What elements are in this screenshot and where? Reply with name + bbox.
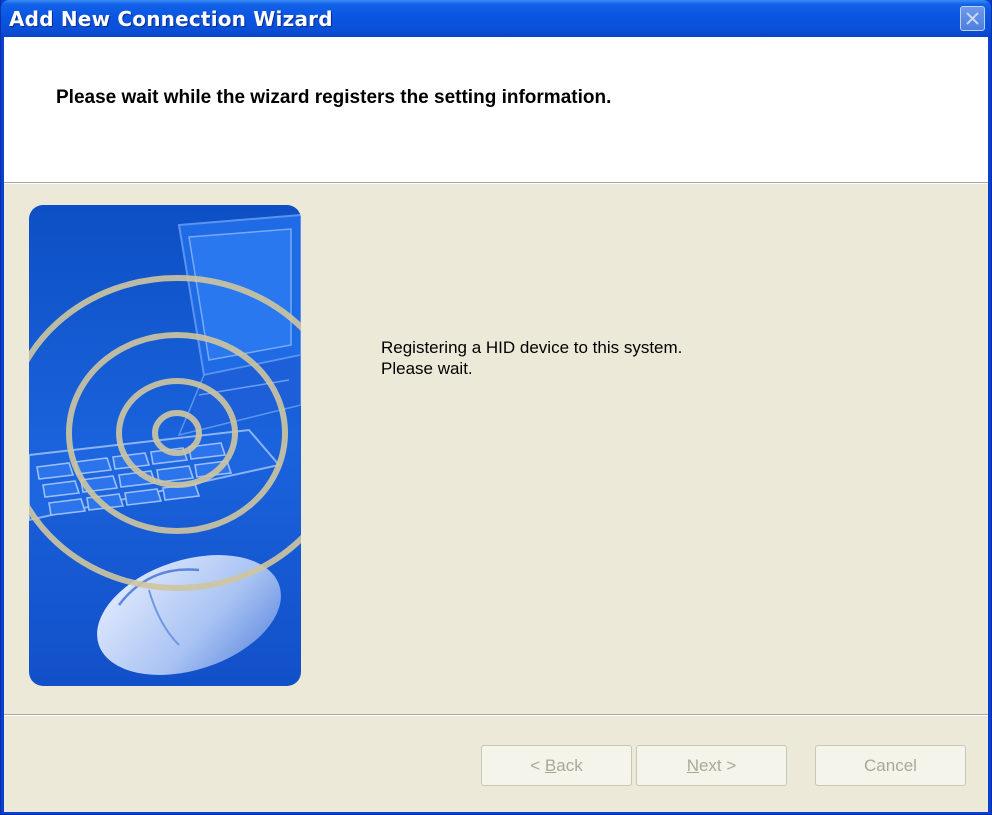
page-title: Please wait while the wizard registers t… xyxy=(56,87,612,108)
back-prefix: < xyxy=(530,756,545,775)
wireless-keyboard-mouse-illustration xyxy=(29,205,301,686)
back-mnemonic: B xyxy=(544,756,557,775)
header-band: Please wait while the wizard registers t… xyxy=(4,37,988,182)
cancel-button[interactable]: Cancel xyxy=(815,745,966,786)
status-message: Registering a HID device to this system.… xyxy=(381,337,682,379)
wizard-window: Add New Connection Wizard Please wait wh… xyxy=(0,0,992,815)
window-title: Add New Connection Wizard xyxy=(9,7,333,31)
next-button[interactable]: Next > xyxy=(636,745,787,786)
status-message-line1: Registering a HID device to this system. xyxy=(381,338,683,357)
next-suffix: > xyxy=(721,756,737,775)
next-mnemonic: N xyxy=(686,756,699,775)
next-label-rest: ext xyxy=(698,756,722,775)
back-button[interactable]: < Back xyxy=(481,745,632,786)
wizard-client-area: Please wait while the wizard registers t… xyxy=(4,37,988,812)
header-divider xyxy=(4,182,988,184)
close-icon xyxy=(966,12,979,25)
close-button[interactable] xyxy=(960,6,985,31)
status-message-line2: Please wait. xyxy=(381,359,473,378)
button-divider xyxy=(4,714,988,716)
back-label-rest: ack xyxy=(556,756,583,775)
title-bar[interactable]: Add New Connection Wizard xyxy=(1,0,991,37)
